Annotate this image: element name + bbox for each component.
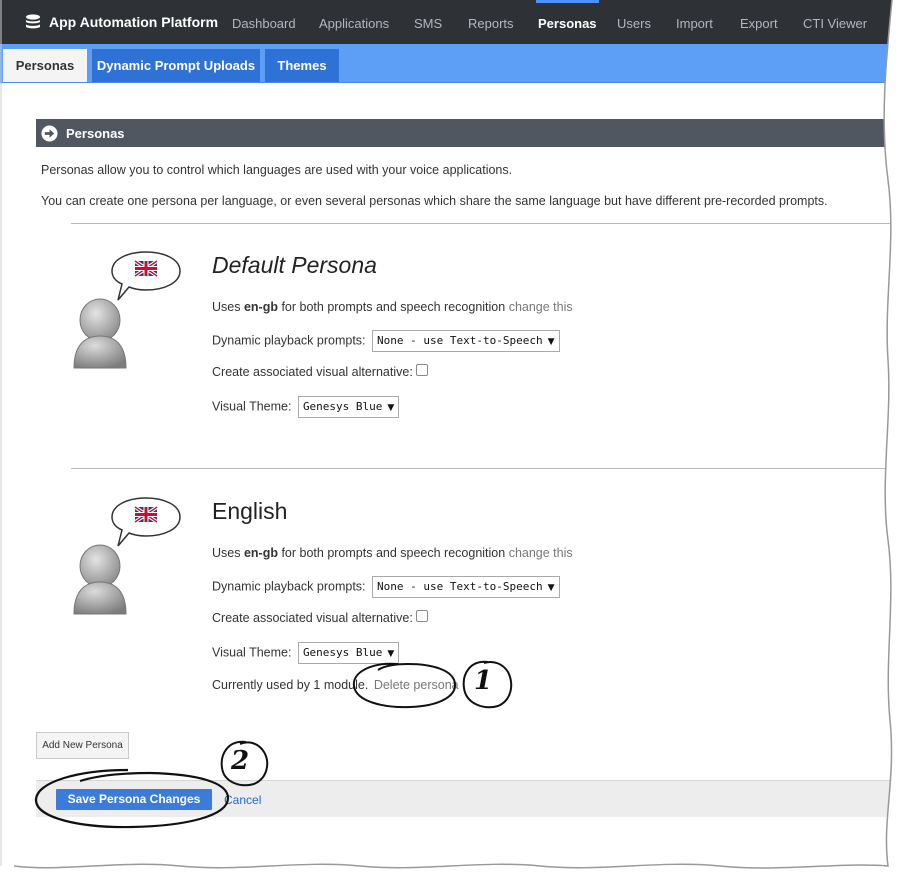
nav-item-import[interactable]: Import [676, 0, 713, 44]
change-language-link[interactable]: change this [509, 546, 573, 560]
dropdown-arrow-icon: ▼ [547, 337, 555, 347]
uses-suffix: for both prompts and speech recognition [277, 546, 509, 560]
callout-number-1: 1 [474, 666, 493, 696]
uses-prefix: Uses [212, 546, 244, 560]
visual-alternative-label: Create associated visual alternative: [212, 611, 413, 625]
visual-alternative-row: Create associated visual alternative: [212, 609, 428, 625]
nav-item-sms[interactable]: SMS [414, 0, 442, 44]
visual-theme-select[interactable]: Genesys Blue ▼ [297, 642, 400, 664]
nav-item-applications[interactable]: Applications [319, 0, 389, 44]
brand-name: App Automation Platform [49, 14, 219, 30]
delete-persona-link[interactable]: Delete persona [374, 678, 459, 692]
tab-personas[interactable]: Personas [3, 49, 87, 82]
dynamic-prompts-value: None - use Text-to-Speech [377, 580, 543, 593]
save-persona-changes-button[interactable]: Save Persona Changes [56, 789, 212, 810]
visual-alternative-row: Create associated visual alternative: [212, 363, 428, 379]
visual-theme-value: Genesys Blue [302, 400, 383, 413]
persona-language-line: Uses en-gb for both prompts and speech r… [212, 300, 573, 314]
divider [71, 468, 902, 469]
dropdown-arrow-icon: ▼ [547, 583, 555, 593]
dropdown-arrow-icon: ▼ [387, 649, 395, 659]
section-title: Personas [66, 126, 125, 141]
dynamic-prompts-value: None - use Text-to-Speech [377, 334, 543, 347]
change-language-link[interactable]: change this [509, 300, 573, 314]
callout-number-2: 2 [231, 746, 250, 776]
language-code: en-gb [243, 546, 278, 560]
persona-name: English [212, 498, 288, 524]
database-icon [26, 14, 40, 29]
cancel-link[interactable]: Cancel [224, 793, 261, 807]
top-navbar: App Automation Platform Dashboard Applic… [0, 0, 900, 44]
uses-prefix: Uses [212, 300, 244, 314]
page: App Automation Platform Dashboard Applic… [0, 0, 902, 884]
divider [71, 223, 902, 224]
visual-alternative-label: Create associated visual alternative: [212, 365, 413, 379]
nav-item-cti-viewer[interactable]: CTI Viewer [803, 0, 867, 44]
visual-theme-row: Visual Theme: Genesys Blue ▼ [212, 642, 400, 664]
visual-theme-row: Visual Theme: Genesys Blue ▼ [212, 396, 400, 418]
persona-avatar-icon [73, 251, 181, 369]
dynamic-prompts-select[interactable]: None - use Text-to-Speech ▼ [372, 330, 560, 352]
language-code: en-gb [243, 300, 278, 314]
usage-row: Currently used by 1 module. Delete perso… [212, 678, 459, 692]
visual-theme-label: Visual Theme: [212, 399, 292, 414]
persona-language-line: Uses en-gb for both prompts and speech r… [212, 546, 573, 560]
nav-item-users[interactable]: Users [617, 0, 651, 44]
visual-theme-select[interactable]: Genesys Blue ▼ [297, 396, 400, 418]
dynamic-prompts-label: Dynamic playback prompts: [212, 579, 366, 594]
add-new-persona-button[interactable]: Add New Persona [36, 732, 129, 759]
dynamic-prompts-row: Dynamic playback prompts: None - use Tex… [212, 330, 560, 352]
dynamic-prompts-row: Dynamic playback prompts: None - use Tex… [212, 576, 560, 598]
visual-theme-label: Visual Theme: [212, 645, 292, 660]
nav-item-personas[interactable]: Personas [536, 0, 599, 44]
nav-item-dashboard[interactable]: Dashboard [232, 0, 296, 44]
intro-text-1: Personas allow you to control which lang… [41, 163, 513, 177]
intro-text-2: You can create one persona per language,… [41, 194, 828, 208]
usage-text: Currently used by 1 module. [212, 678, 369, 692]
visual-theme-value: Genesys Blue [302, 646, 383, 659]
nav-item-export[interactable]: Export [740, 0, 778, 44]
dynamic-prompts-select[interactable]: None - use Text-to-Speech ▼ [372, 576, 560, 598]
nav-item-reports[interactable]: Reports [468, 0, 514, 44]
tab-themes[interactable]: Themes [265, 49, 339, 82]
section-header: Personas [36, 119, 902, 147]
dynamic-prompts-label: Dynamic playback prompts: [212, 333, 366, 348]
persona-name: Default Persona [212, 252, 377, 278]
arrow-right-circle-icon [41, 125, 58, 142]
persona-avatar-icon [73, 497, 181, 615]
uses-suffix: for both prompts and speech recognition [277, 300, 509, 314]
uk-flag-icon [134, 259, 158, 278]
brand[interactable]: App Automation Platform [24, 0, 218, 44]
sub-navbar: Personas Dynamic Prompt Uploads Themes [0, 44, 900, 83]
visual-alternative-checkbox[interactable] [415, 363, 428, 376]
dropdown-arrow-icon: ▼ [387, 403, 395, 413]
tab-dynamic-prompt-uploads[interactable]: Dynamic Prompt Uploads [92, 49, 260, 82]
uk-flag-icon [134, 505, 158, 524]
visual-alternative-checkbox[interactable] [415, 609, 428, 622]
